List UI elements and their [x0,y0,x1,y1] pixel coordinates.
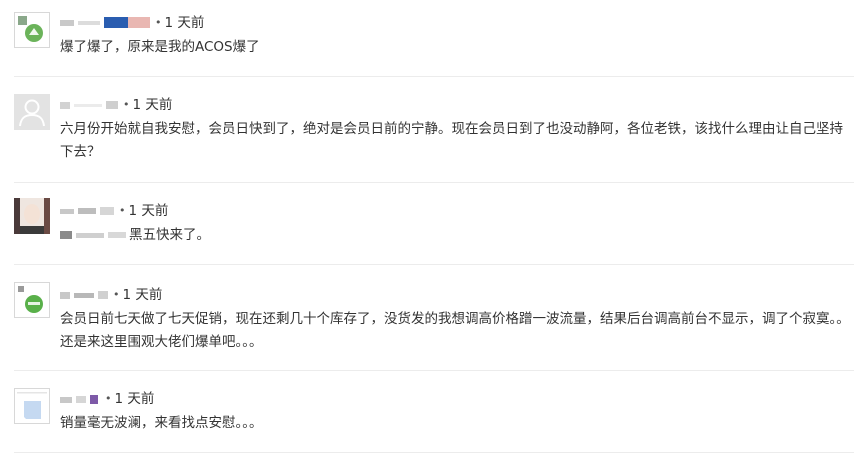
comment-item: • 1 天前 黑五快来了。 [14,198,854,258]
meta-separator: • [105,392,112,405]
comment-text: 会员日前七天做了七天促销，现在还剩几十个库存了，没货发的我想调高价格蹭一波流量，… [60,311,850,350]
user-avatar[interactable] [14,94,50,130]
comment-item: • 1 天前 会员日前七天做了七天促销，现在还剩几十个库存了，没货发的我想调高价格… [14,282,854,362]
comment-meta: • 1 天前 [60,202,168,220]
comment-item: • 1 天前 销量毫无波澜，来看找点安慰。。。 [14,386,854,446]
comment-divider [14,182,854,183]
meta-separator: • [113,288,120,301]
comment-meta: • 1 天前 [60,14,204,32]
username-blurred[interactable] [60,288,110,302]
meta-separator: • [123,98,130,111]
green-circle-avatar-icon [15,283,49,317]
comment-time: 1 天前 [114,391,155,407]
green-leaf-avatar-icon [15,13,49,47]
username-blurred[interactable] [60,98,120,112]
comment-time: 1 天前 [122,287,163,303]
comment-time: 1 天前 [128,203,169,219]
comment-divider [14,370,854,371]
comment-text: 黑五快来了。 [129,227,210,243]
comment-divider [14,76,854,77]
comment-text: 爆了爆了，原来是我的ACOS爆了 [60,39,260,55]
comment-meta: • 1 天前 [60,286,162,304]
comment-divider [14,452,854,453]
comment-meta: • 1 天前 [60,96,172,114]
comment-item: • 1 天前 六月份开始就自我安慰，会员日快到了，绝对是会员日前的宁静。现在会员日… [14,92,854,172]
comment-body: 黑五快来了。 [60,224,850,247]
mention-blurred[interactable] [60,229,128,241]
comment-time: 1 天前 [132,97,173,113]
default-user-silhouette-icon [14,94,50,130]
comment-meta: • 1 天前 [60,390,154,408]
meta-separator: • [119,204,126,217]
username-blurred[interactable] [60,392,102,406]
comment-text: 六月份开始就自我安慰，会员日快到了，绝对是会员日前的宁静。现在会员日到了也没动静… [60,121,843,160]
comment-time: 1 天前 [164,15,205,31]
user-avatar[interactable] [14,282,50,318]
photo-avatar-icon [14,198,50,234]
username-blurred[interactable] [60,204,116,218]
blue-document-avatar-icon [15,389,49,423]
meta-separator: • [155,16,162,29]
comment-item: • 1 天前 爆了爆了，原来是我的ACOS爆了 [14,10,854,72]
comment-divider [14,264,854,265]
user-avatar[interactable] [14,198,50,234]
comment-text: 销量毫无波澜，来看找点安慰。。。 [60,415,263,431]
user-avatar[interactable] [14,12,50,48]
user-avatar[interactable] [14,388,50,424]
username-blurred[interactable] [60,16,152,30]
